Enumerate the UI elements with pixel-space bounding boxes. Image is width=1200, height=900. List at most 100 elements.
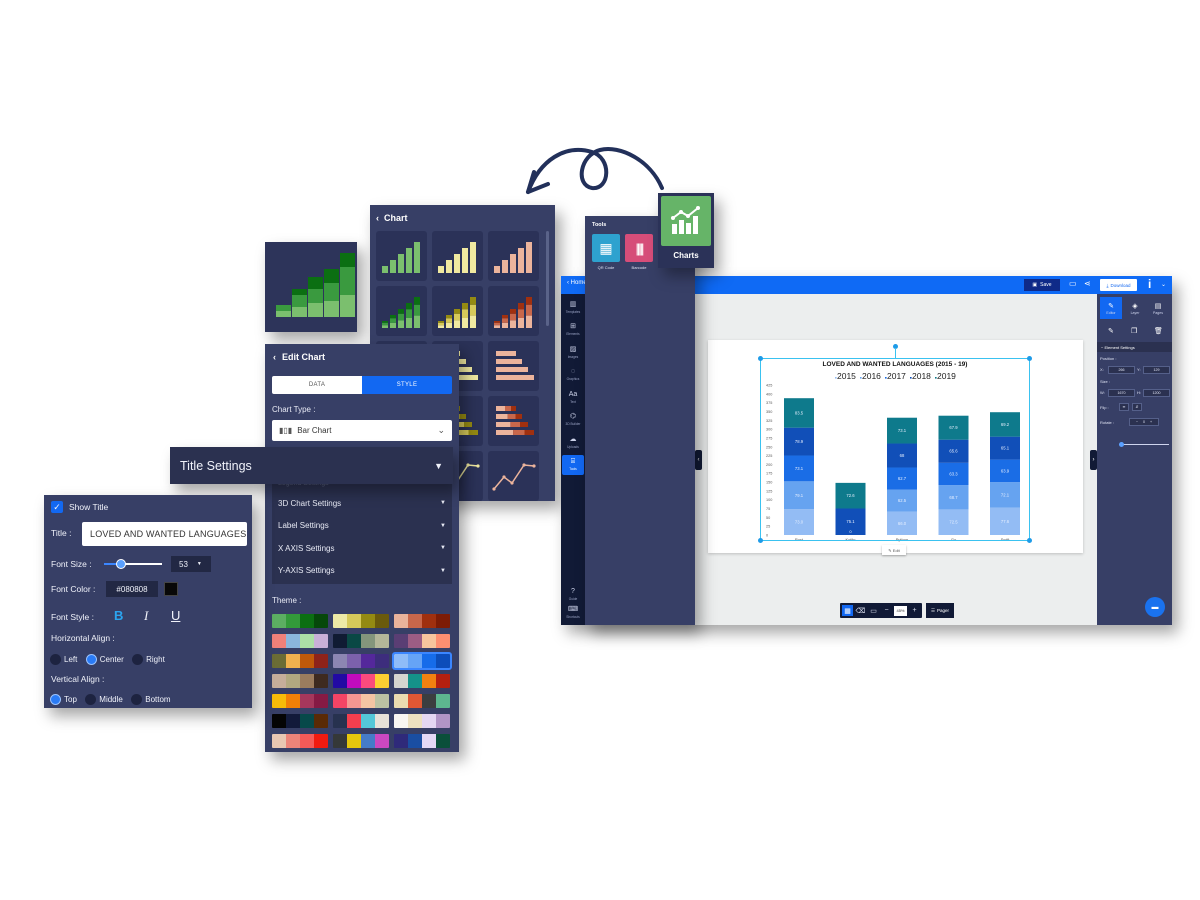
theme-swatch[interactable] bbox=[272, 734, 328, 748]
theme-swatch[interactable] bbox=[333, 634, 389, 648]
zoom-value[interactable]: 45% bbox=[894, 605, 907, 616]
pager-button[interactable]: ☰ Pager bbox=[926, 603, 955, 618]
charts-tool-button[interactable]: Charts bbox=[658, 193, 714, 268]
underline-button[interactable]: U bbox=[171, 608, 180, 623]
theme-swatch[interactable] bbox=[333, 674, 389, 688]
v-align-bottom-radio[interactable]: Bottom bbox=[131, 694, 171, 705]
nav-item-text[interactable]: Aa Text bbox=[562, 387, 584, 407]
grid-view-button[interactable]: ▦ bbox=[842, 605, 853, 616]
font-size-select[interactable]: 53 ▼ bbox=[171, 556, 211, 572]
settings-item-y-axis[interactable]: Y-AXIS Settings ▼ bbox=[272, 560, 452, 583]
qr-code-tool[interactable]: ▦ bbox=[592, 234, 620, 262]
tab-style[interactable]: STYLE bbox=[362, 376, 452, 394]
flip-vertical-button[interactable]: ⇵ bbox=[1132, 403, 1142, 411]
theme-swatch[interactable] bbox=[394, 614, 450, 628]
nav-item-elements[interactable]: ⊞ Elements bbox=[562, 320, 584, 340]
zoom-in-button[interactable]: + bbox=[909, 605, 920, 616]
flip-horizontal-button[interactable]: ⇹ bbox=[1119, 403, 1129, 411]
nav-item-tools[interactable]: ⌸ Tools bbox=[562, 454, 584, 475]
back-home-link[interactable]: ‹ Home bbox=[567, 280, 587, 286]
plus-icon[interactable]: + bbox=[1150, 420, 1152, 424]
download-button[interactable]: ⤓ Download bbox=[1100, 279, 1137, 291]
eraser-button[interactable]: ⌫ bbox=[855, 605, 866, 616]
chart-type-tile-stacked-bar[interactable] bbox=[432, 286, 483, 336]
h-align-right-radio[interactable]: Right bbox=[132, 654, 165, 665]
info-icon[interactable]: i bbox=[1148, 277, 1151, 291]
theme-swatch[interactable] bbox=[272, 614, 328, 628]
minus-icon[interactable]: − bbox=[1136, 420, 1138, 424]
picker-scrollbar[interactable] bbox=[546, 231, 549, 326]
chart-type-tile-stacked-bar[interactable] bbox=[488, 286, 539, 336]
theme-swatch[interactable] bbox=[333, 714, 389, 728]
zoom-out-button[interactable]: − bbox=[881, 605, 892, 616]
title-settings-header[interactable]: Title Settings ▼ bbox=[170, 447, 453, 484]
chart-type-tile-stacked-bar[interactable] bbox=[376, 286, 427, 336]
chart-type-tile-line[interactable] bbox=[488, 451, 539, 501]
chart-type-select[interactable]: ▮▯▮ Bar Chart ⌄ bbox=[272, 420, 452, 441]
font-color-swatch[interactable] bbox=[164, 582, 178, 596]
present-icon[interactable]: ▭ bbox=[1069, 279, 1077, 288]
share-icon[interactable]: ⋖ bbox=[1084, 279, 1091, 288]
size-w-input[interactable]: 1670 bbox=[1108, 389, 1135, 397]
settings-item-label-settings[interactable]: Label Settings ▼ bbox=[272, 515, 452, 538]
theme-swatch[interactable] bbox=[392, 652, 452, 670]
theme-swatch[interactable] bbox=[272, 694, 328, 708]
theme-swatch[interactable] bbox=[272, 634, 328, 648]
chevron-left-icon[interactable]: ‹ bbox=[273, 352, 276, 362]
theme-swatch[interactable] bbox=[333, 694, 389, 708]
font-color-input[interactable]: #080808 bbox=[106, 581, 158, 597]
h-align-left-radio[interactable]: Left bbox=[50, 654, 77, 665]
font-size-slider[interactable] bbox=[104, 559, 162, 569]
nav-item-templates[interactable]: ▥ Templates bbox=[562, 297, 584, 317]
v-align-middle-radio[interactable]: Middle bbox=[85, 694, 123, 705]
theme-swatch[interactable] bbox=[394, 734, 450, 748]
duplicate-icon[interactable]: ❐ bbox=[1131, 327, 1137, 335]
chevron-left-icon[interactable]: ‹ bbox=[376, 213, 379, 223]
picker-header[interactable]: ‹ Chart bbox=[376, 213, 408, 223]
collapse-left-handle[interactable]: ‹ bbox=[695, 450, 702, 470]
show-title-checkbox[interactable]: ✓ bbox=[51, 501, 63, 513]
theme-swatch[interactable] bbox=[394, 714, 450, 728]
barcode-tool[interactable]: ||||| bbox=[625, 234, 653, 262]
chart-type-tile-stacked-horizontal-bar[interactable] bbox=[488, 396, 539, 446]
theme-swatch[interactable] bbox=[272, 654, 328, 668]
resize-handle[interactable] bbox=[758, 538, 763, 543]
theme-swatch[interactable] bbox=[333, 734, 389, 748]
h-align-center-radio[interactable]: Center bbox=[85, 654, 124, 665]
nav-item-uploads[interactable]: ☁ Uploads bbox=[562, 432, 584, 452]
element-settings-header[interactable]: − Element Settings bbox=[1097, 342, 1172, 352]
title-input[interactable]: LOVED AND WANTED LANGUAGES (2015 - 19) bbox=[82, 522, 247, 546]
save-button[interactable]: ▣ Save bbox=[1024, 279, 1060, 291]
rotate-stepper[interactable]: − 0 + bbox=[1129, 418, 1159, 426]
settings-item-3d[interactable]: 3D Chart Settings ▼ bbox=[272, 492, 452, 515]
slider-knob[interactable] bbox=[1119, 442, 1124, 447]
italic-button[interactable]: I bbox=[144, 608, 148, 624]
resize-handle[interactable] bbox=[1027, 538, 1032, 543]
tab-data[interactable]: DATA bbox=[272, 376, 362, 394]
bold-button[interactable]: B bbox=[114, 608, 123, 623]
position-y-input[interactable]: 129 bbox=[1143, 366, 1170, 374]
edit-chart-pill[interactable]: ✎ Edit bbox=[882, 545, 906, 555]
position-x-input[interactable]: 266 bbox=[1108, 366, 1135, 374]
right-tab-editor[interactable]: ✎ Editor bbox=[1100, 297, 1122, 319]
nav-item-3d-builder[interactable]: ⌬ 3D Builder bbox=[562, 410, 584, 430]
chart-type-tile-horizontal-bar[interactable] bbox=[488, 341, 539, 391]
edit-element-icon[interactable]: ✎ bbox=[1108, 327, 1114, 335]
theme-swatch[interactable] bbox=[272, 714, 328, 728]
chevron-down-icon[interactable]: ⌄ bbox=[1161, 281, 1166, 288]
rotate-slider[interactable] bbox=[1119, 442, 1169, 447]
chart-type-tile-bar[interactable] bbox=[376, 231, 427, 281]
slider-knob[interactable] bbox=[116, 559, 127, 569]
edit-chart-header[interactable]: ‹ Edit Chart bbox=[273, 352, 325, 362]
nav-item-shortcuts[interactable]: ⌨ Shortcuts bbox=[562, 602, 584, 622]
selection-box[interactable] bbox=[758, 344, 1032, 543]
comment-button[interactable]: ▭ bbox=[868, 605, 879, 616]
nav-item-graphics[interactable]: ◌ Graphics bbox=[562, 365, 584, 385]
nav-item-guide[interactable]: ? Guide bbox=[562, 584, 584, 604]
theme-swatch[interactable] bbox=[333, 614, 389, 628]
resize-handle[interactable] bbox=[1027, 356, 1032, 361]
size-h-input[interactable]: 1200 bbox=[1143, 389, 1170, 397]
collapse-right-handle[interactable]: › bbox=[1090, 450, 1097, 470]
theme-swatch[interactable] bbox=[333, 654, 389, 668]
right-tab-pages[interactable]: ▤ Pages bbox=[1147, 297, 1169, 319]
